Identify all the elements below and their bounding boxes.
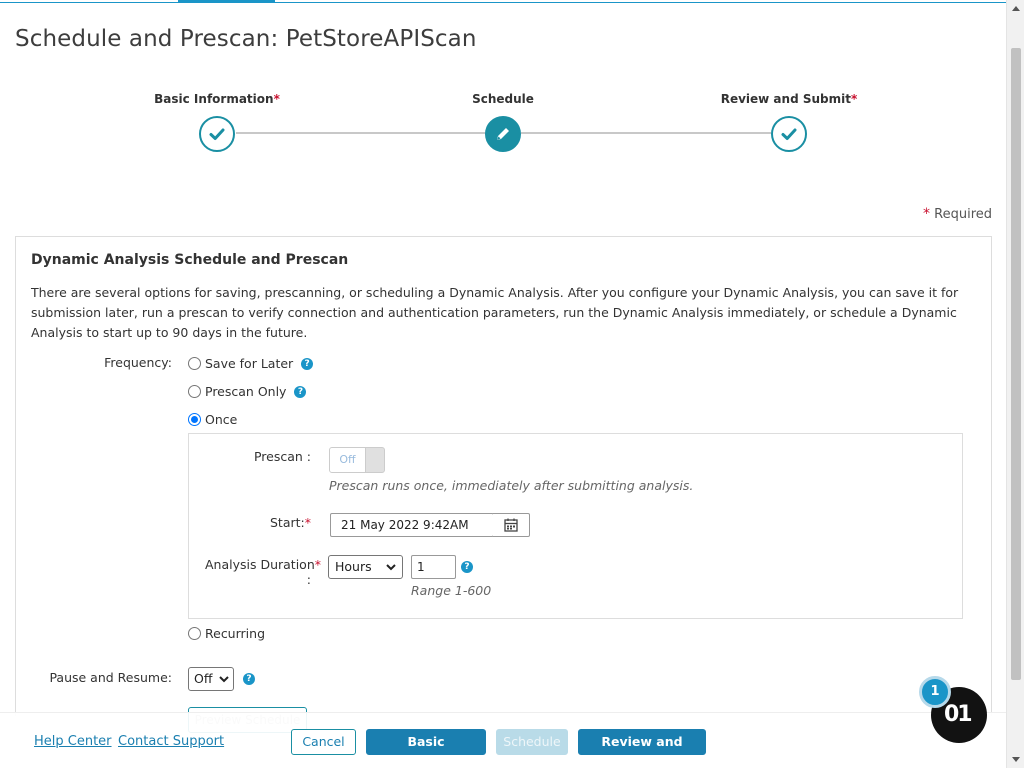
page-scrollbar[interactable]	[1006, 0, 1024, 768]
top-tab-strip	[0, 0, 1006, 3]
chevron-down-icon	[386, 564, 396, 571]
wizard-step-review-and-submit[interactable]: Review and Submit*	[679, 88, 899, 152]
help-icon[interactable]: ?	[243, 673, 255, 685]
schedule-button[interactable]: Schedule	[496, 729, 568, 755]
help-icon[interactable]: ?	[301, 357, 314, 370]
option-label[interactable]: Save for Later	[205, 356, 293, 371]
help-icon[interactable]: ?	[294, 385, 307, 398]
chat-logo-icon: 01	[944, 702, 973, 727]
option-label[interactable]: Recurring	[205, 626, 265, 641]
wizard-step-basic-information[interactable]: Basic Information*	[107, 88, 327, 152]
scroll-down-arrow-icon[interactable]	[1012, 757, 1020, 762]
step-complete-circle[interactable]	[771, 116, 807, 152]
radio-once[interactable]	[188, 413, 201, 426]
option-label[interactable]: Once	[205, 412, 237, 427]
step-complete-circle[interactable]	[199, 116, 235, 152]
frequency-option-recurring[interactable]: Recurring	[188, 626, 265, 641]
checkmark-icon	[781, 128, 797, 140]
pencil-icon	[497, 128, 509, 140]
wizard-progress: Basic Information* Schedule Review and S…	[0, 88, 1006, 168]
frequency-label: Frequency:	[104, 355, 172, 370]
frequency-option-prescan-only[interactable]: Prescan Only ?	[188, 384, 307, 399]
required-note: * Required	[923, 206, 992, 222]
required-star: *	[850, 92, 858, 106]
radio-prescan-only[interactable]	[188, 385, 201, 398]
schedule-panel: Dynamic Analysis Schedule and Prescan Th…	[15, 236, 992, 733]
pause-resume-select[interactable]: Off	[188, 667, 234, 691]
duration-value-input[interactable]: 1	[411, 555, 456, 579]
prescan-toggle[interactable]: Off	[329, 447, 385, 473]
calendar-icon	[504, 518, 518, 532]
contact-support-link[interactable]: Contact Support	[118, 734, 224, 749]
pause-resume-label: Pause and Resume:	[49, 670, 172, 685]
chevron-down-icon	[219, 676, 229, 683]
required-star: *	[314, 557, 321, 572]
active-tab-indicator	[178, 0, 275, 3]
footer-bar: Help Center Contact Support Cancel Basic…	[0, 712, 1006, 768]
required-star: *	[273, 92, 280, 106]
step-label: Schedule	[472, 92, 534, 106]
frequency-option-once[interactable]: Once	[188, 412, 237, 427]
page-title: Schedule and Prescan: PetStoreAPIScan	[15, 26, 477, 52]
duration-range-hint: Range 1-600	[411, 583, 492, 598]
frequency-option-save-for-later[interactable]: Save for Later ?	[188, 356, 314, 371]
review-and-submit-button[interactable]: Review and Submit	[578, 729, 706, 768]
help-center-link[interactable]: Help Center	[34, 734, 112, 749]
option-label[interactable]: Prescan Only	[205, 384, 286, 399]
radio-save-for-later[interactable]	[188, 357, 201, 370]
scroll-up-arrow-icon[interactable]	[1012, 6, 1020, 11]
start-label: Start:*	[270, 515, 311, 530]
once-options-box: Prescan : Off Prescan runs once, immedia…	[188, 433, 963, 619]
required-text: Required	[934, 207, 992, 222]
toggle-knob[interactable]: Off	[330, 448, 366, 472]
duration-unit-select[interactable]: Hours	[328, 555, 403, 579]
analysis-duration-label: Analysis Duration* :	[204, 557, 321, 587]
panel-title: Dynamic Analysis Schedule and Prescan	[31, 252, 349, 268]
radio-recurring[interactable]	[188, 627, 201, 640]
prescan-label: Prescan :	[253, 449, 311, 464]
step-label: Basic Information	[154, 92, 274, 106]
wizard-step-schedule[interactable]: Schedule	[393, 88, 613, 152]
checkmark-icon	[209, 128, 225, 140]
help-icon[interactable]: ?	[461, 561, 473, 573]
required-star: *	[923, 206, 930, 222]
cancel-button[interactable]: Cancel	[291, 729, 356, 755]
start-date-input[interactable]: 21 May 2022 9:42AM	[330, 513, 494, 537]
scrollbar-thumb[interactable]	[1011, 48, 1021, 680]
notification-badge[interactable]: 1	[919, 676, 951, 708]
calendar-button[interactable]	[493, 513, 530, 537]
basic-information-button[interactable]: Basic Information	[366, 729, 486, 768]
prescan-hint: Prescan runs once, immediately after sub…	[329, 478, 694, 493]
step-active-circle[interactable]	[485, 116, 521, 152]
panel-description: There are several options for saving, pr…	[31, 285, 959, 340]
required-star: *	[304, 515, 311, 530]
step-label: Review and Submit	[720, 92, 851, 106]
